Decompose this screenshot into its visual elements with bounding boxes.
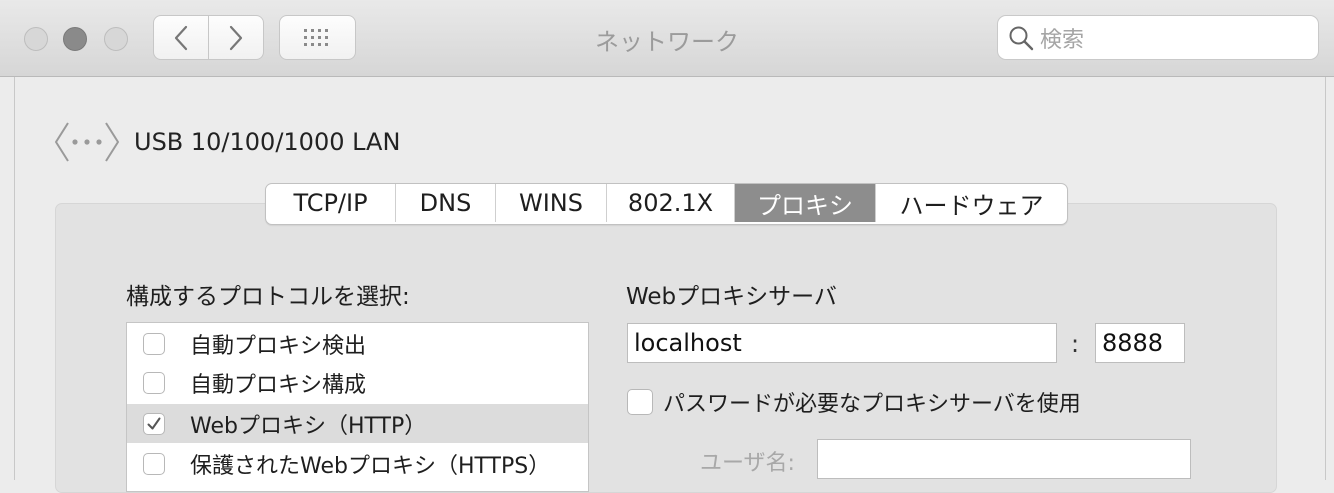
tab-bar: TCP/IP DNS WINS 802.1X プロキシ ハードウェア xyxy=(265,183,1068,225)
checkmark-icon xyxy=(147,417,161,429)
interface-name: USB 10/100/1000 LAN xyxy=(134,128,401,156)
secure-web-proxy-https-checkbox[interactable] xyxy=(143,452,165,475)
tab-proxies[interactable]: プロキシ xyxy=(735,184,876,222)
port-separator: : xyxy=(1071,330,1080,358)
web-proxy-http-checkbox[interactable] xyxy=(143,412,165,435)
list-item-label: 保護されたWebプロキシ（HTTPS） xyxy=(190,453,551,479)
list-item-label: 自動プロキシ検出 xyxy=(190,333,367,359)
tab-tcpip[interactable]: TCP/IP xyxy=(266,184,396,222)
list-item-label: Webプロキシ（HTTP） xyxy=(190,413,427,439)
password-required-label: パスワードが必要なプロキシサーバを使用 xyxy=(663,392,1081,417)
sheet-border-right xyxy=(1325,77,1326,480)
tab-wins[interactable]: WINS xyxy=(496,184,607,222)
interface-header: USB 10/100/1000 LAN xyxy=(54,118,400,166)
sheet-border-left xyxy=(14,77,15,480)
search-icon xyxy=(1009,26,1034,50)
web-proxy-server-heading: Webプロキシサーバ xyxy=(626,284,837,310)
list-item[interactable]: 保護されたWebプロキシ（HTTPS） xyxy=(127,444,588,483)
search-placeholder: 検索 xyxy=(1040,27,1085,53)
list-item-label: 自動プロキシ構成 xyxy=(190,372,367,398)
username-label: ユーザ名: xyxy=(700,451,795,476)
proxy-server-input[interactable]: localhost xyxy=(627,323,1057,363)
username-input[interactable] xyxy=(817,439,1191,479)
tab-dns[interactable]: DNS xyxy=(396,184,496,222)
protocol-list-heading: 構成するプロトコルを選択: xyxy=(126,284,410,310)
list-item-selected[interactable]: Webプロキシ（HTTP） xyxy=(127,404,588,443)
password-required-row[interactable]: パスワードが必要なプロキシサーバを使用 xyxy=(627,386,1081,418)
list-item[interactable]: 自動プロキシ検出 xyxy=(127,324,588,363)
protocol-list[interactable]: 自動プロキシ検出 自動プロキシ構成 Webプロキシ（HTTP） 保護されたWeb… xyxy=(126,322,589,492)
proxy-port-input[interactable]: 8888 xyxy=(1095,323,1185,363)
tab-hardware[interactable]: ハードウェア xyxy=(876,184,1067,222)
tab-8021x[interactable]: 802.1X xyxy=(607,184,735,222)
title-bar: ネットワーク 検索 xyxy=(0,0,1334,77)
password-required-checkbox[interactable] xyxy=(627,389,653,415)
list-item[interactable]: 自動プロキシ構成 xyxy=(127,363,588,402)
search-field[interactable]: 検索 xyxy=(997,15,1319,60)
auto-proxy-config-checkbox[interactable] xyxy=(143,371,165,394)
ethernet-icon xyxy=(55,122,119,162)
auto-proxy-discovery-checkbox[interactable] xyxy=(143,332,165,355)
